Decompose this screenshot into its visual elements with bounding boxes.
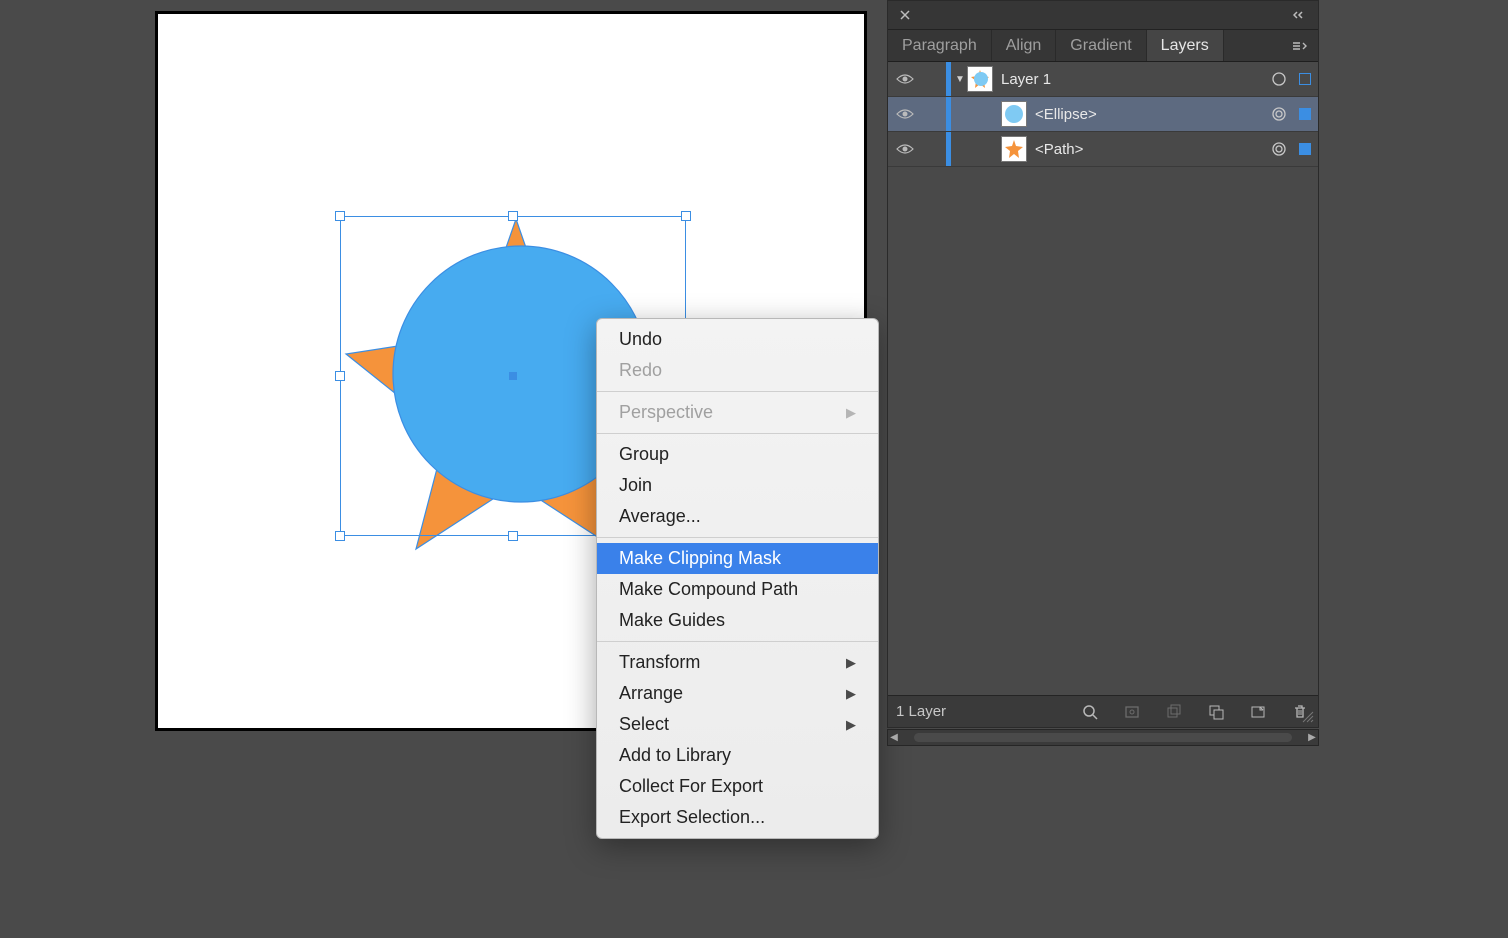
layer-thumbnail — [967, 66, 993, 92]
selection-handle-s[interactable] — [508, 531, 518, 541]
context-menu-item-label: Arrange — [619, 683, 683, 704]
tab-paragraph[interactable]: Paragraph — [888, 30, 992, 61]
selection-handle-w[interactable] — [335, 371, 345, 381]
panel-tabs: ParagraphAlignGradientLayers — [888, 30, 1318, 62]
selection-handle-ne[interactable] — [681, 211, 691, 221]
tab-gradient[interactable]: Gradient — [1056, 30, 1146, 61]
context-menu-item: Perspective ▶ — [597, 397, 878, 428]
scroll-left-arrow-icon[interactable]: ◀ — [888, 732, 900, 743]
target-icon[interactable] — [1266, 141, 1292, 157]
panel-horizontal-scrollbar[interactable]: ◀ ▶ — [887, 729, 1319, 746]
layers-list: ▼ Layer 1 <Ellipse> <Path> — [888, 62, 1318, 695]
context-menu-item[interactable]: Transform ▶ — [597, 647, 878, 678]
context-menu-item-label: Undo — [619, 329, 662, 350]
context-menu-item: Redo — [597, 355, 878, 386]
context-menu-item[interactable]: Make Clipping Mask — [597, 543, 878, 574]
selection-indicator[interactable] — [1292, 143, 1318, 155]
context-menu-separator — [597, 537, 878, 538]
collapse-icon[interactable] — [1290, 4, 1312, 26]
context-menu-item-label: Export Selection... — [619, 807, 765, 828]
layer-object-row[interactable]: <Ellipse> — [888, 97, 1318, 132]
context-menu-item-label: Group — [619, 444, 669, 465]
tab-align[interactable]: Align — [992, 30, 1057, 61]
visibility-toggle[interactable] — [888, 143, 922, 155]
submenu-arrow-icon: ▶ — [846, 405, 856, 421]
layer-thumbnail — [1001, 136, 1027, 162]
layer-name-label[interactable]: Layer 1 — [1001, 71, 1051, 88]
context-menu-item-label: Perspective — [619, 402, 713, 423]
visibility-toggle[interactable] — [888, 73, 922, 85]
new-layer-icon[interactable] — [1248, 702, 1268, 722]
layer-count-label: 1 Layer — [896, 703, 946, 720]
context-menu-item[interactable]: Arrange ▶ — [597, 678, 878, 709]
selection-color-strip — [946, 62, 951, 96]
layer-name-label[interactable]: <Ellipse> — [1035, 106, 1097, 123]
layer-hierarchy: ▼ Layer 1 — [953, 66, 1266, 92]
context-menu-item-label: Average... — [619, 506, 701, 527]
layer-name-label[interactable]: <Path> — [1035, 141, 1083, 158]
submenu-arrow-icon: ▶ — [846, 686, 856, 702]
context-menu-item[interactable]: Join — [597, 470, 878, 501]
target-icon[interactable] — [1266, 106, 1292, 122]
context-menu-separator — [597, 641, 878, 642]
context-menu-item-label: Make Compound Path — [619, 579, 798, 600]
context-menu-item-label: Transform — [619, 652, 700, 673]
context-menu-item[interactable]: Undo — [597, 324, 878, 355]
target-icon[interactable] — [1266, 71, 1292, 87]
visibility-toggle[interactable] — [888, 108, 922, 120]
selection-handle-sw[interactable] — [335, 531, 345, 541]
scroll-track[interactable] — [914, 733, 1292, 742]
context-menu: Undo Redo Perspective ▶ Group Join Average... M… — [596, 318, 879, 839]
close-icon[interactable] — [894, 4, 916, 26]
new-sublayer-icon[interactable] — [1206, 702, 1226, 722]
layers-panel: ParagraphAlignGradientLayers ▼ Layer 1 <El… — [887, 0, 1319, 728]
context-menu-item-label: Make Clipping Mask — [619, 548, 781, 569]
selection-center — [509, 372, 517, 380]
scroll-right-arrow-icon[interactable]: ▶ — [1306, 732, 1318, 743]
context-menu-separator — [597, 433, 878, 434]
panel-menu-icon[interactable] — [1292, 30, 1318, 61]
submenu-arrow-icon: ▶ — [846, 717, 856, 733]
context-menu-item[interactable]: Average... — [597, 501, 878, 532]
context-menu-item[interactable]: Add to Library — [597, 740, 878, 771]
context-menu-separator — [597, 391, 878, 392]
context-menu-item[interactable]: Export Selection... — [597, 802, 878, 833]
selection-indicator[interactable] — [1292, 108, 1318, 120]
layer-hierarchy: <Ellipse> — [953, 101, 1266, 127]
selection-color-strip — [946, 132, 951, 166]
context-menu-item-label: Add to Library — [619, 745, 731, 766]
context-menu-item-label: Collect For Export — [619, 776, 763, 797]
selection-indicator[interactable] — [1292, 73, 1318, 85]
context-menu-item[interactable]: Select ▶ — [597, 709, 878, 740]
submenu-arrow-icon: ▶ — [846, 655, 856, 671]
context-menu-item[interactable]: Group — [597, 439, 878, 470]
layer-thumbnail — [1001, 101, 1027, 127]
disclosure-triangle-icon[interactable]: ▼ — [953, 74, 967, 85]
context-menu-item-label: Redo — [619, 360, 662, 381]
layer-object-row[interactable]: <Path> — [888, 132, 1318, 167]
make-clipping-mask-icon[interactable] — [1164, 702, 1184, 722]
context-menu-item-label: Make Guides — [619, 610, 725, 631]
panel-titlebar — [888, 1, 1318, 30]
layer-hierarchy: <Path> — [953, 136, 1266, 162]
context-menu-item[interactable]: Collect For Export — [597, 771, 878, 802]
context-menu-item[interactable]: Make Compound Path — [597, 574, 878, 605]
tab-layers[interactable]: Layers — [1147, 30, 1224, 61]
locate-object-icon[interactable] — [1122, 702, 1142, 722]
resize-grip-icon[interactable] — [1301, 710, 1315, 724]
selection-handle-n[interactable] — [508, 211, 518, 221]
context-menu-item[interactable]: Make Guides — [597, 605, 878, 636]
panel-footer: 1 Layer — [888, 695, 1318, 727]
selection-color-strip — [946, 97, 951, 131]
search-icon[interactable] — [1080, 702, 1100, 722]
context-menu-item-label: Join — [619, 475, 652, 496]
selection-handle-nw[interactable] — [335, 211, 345, 221]
context-menu-item-label: Select — [619, 714, 669, 735]
layer-row[interactable]: ▼ Layer 1 — [888, 62, 1318, 97]
